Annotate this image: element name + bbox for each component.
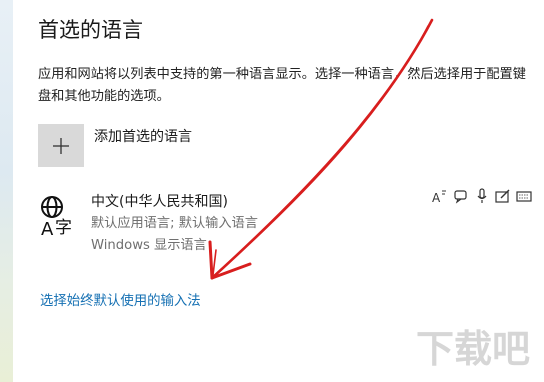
language-feature-icons: A [432,188,532,204]
svg-text:下载吧: 下载吧 [416,327,530,371]
section-description: 应用和网站将以列表中支持的第一种语言显示。选择一种语言，然后选择用于配置键盘和其… [38,67,526,104]
svg-text:A: A [432,191,441,204]
handwriting-icon [495,188,511,204]
add-language-button[interactable] [38,124,84,167]
svg-text:A: A [41,219,54,238]
language-name[interactable]: 中文(中华人民共和国) [91,191,228,211]
language-default-info: 默认应用语言; 默认输入语言 [91,216,258,231]
add-language-label[interactable]: 添加首选的语言 [94,126,192,146]
choose-default-input-method-link[interactable]: 选择始终默认使用的输入法 [40,289,201,309]
watermark-logo: 下载吧 [416,327,530,371]
keyboard-icon [516,188,532,204]
svg-text:字: 字 [55,218,72,238]
microphone-icon [474,188,490,204]
text-to-speech-icon: A [432,188,448,204]
left-pane-strip [0,0,13,382]
language-glyph-icon: A 字 [41,196,72,238]
language-display-info: Windows 显示语言 [91,238,207,253]
page-title: 首选的语言 [38,18,143,42]
plus-icon [53,137,69,154]
speech-recognition-icon [453,188,469,204]
